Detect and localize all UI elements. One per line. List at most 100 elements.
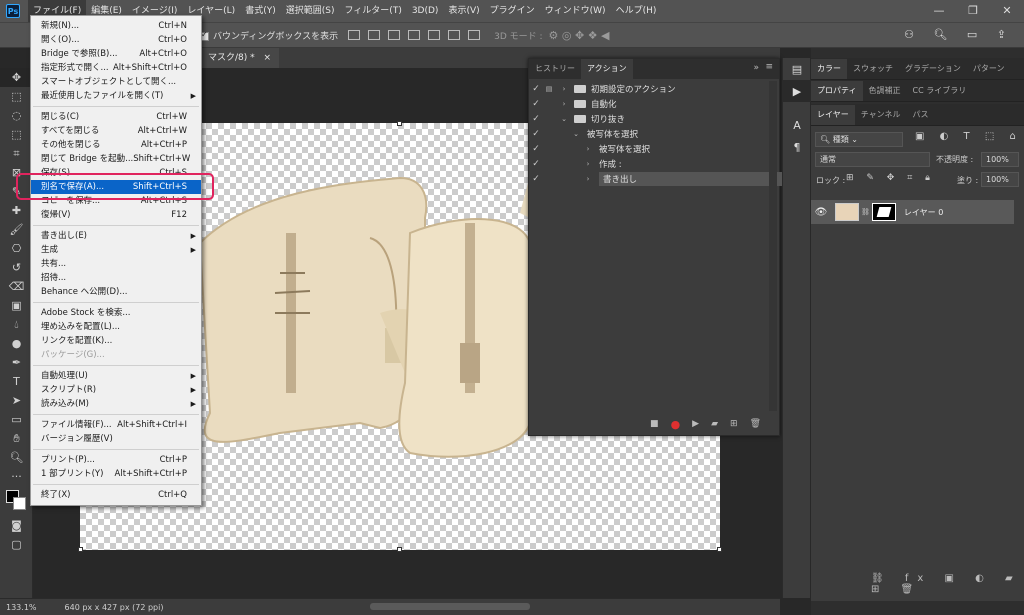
tab-paths[interactable]: パス bbox=[907, 105, 935, 125]
actions-icon[interactable]: ▶ bbox=[783, 80, 811, 102]
panel-menu-icon[interactable]: ≡ bbox=[765, 62, 773, 72]
file-menu-item[interactable]: 閉じる(C) Ctrl+W bbox=[31, 110, 201, 124]
menu-8[interactable]: 表示(V) bbox=[443, 0, 484, 22]
distribute-icon[interactable] bbox=[468, 30, 481, 40]
dialog-toggle-icon[interactable]: ▤ bbox=[543, 83, 555, 94]
minimize-button[interactable]: — bbox=[922, 0, 956, 22]
hand-tool-icon[interactable]: ✋︎ bbox=[0, 429, 33, 448]
tab-channels[interactable]: チャンネル bbox=[855, 105, 907, 125]
stamp-tool-icon[interactable]: ⎔ bbox=[0, 239, 33, 258]
history-brush-tool-icon[interactable]: ↺ bbox=[0, 258, 33, 277]
marquee-tool-icon[interactable]: ⬚ bbox=[0, 87, 33, 106]
dodge-tool-icon[interactable]: ● bbox=[0, 334, 33, 353]
expand-twisty-icon[interactable]: ⌄ bbox=[571, 130, 581, 138]
dialog-toggle-icon[interactable] bbox=[543, 173, 555, 184]
file-menu-item[interactable]: スマートオブジェクトとして開く... bbox=[31, 75, 201, 89]
menu-4[interactable]: 書式(Y) bbox=[240, 0, 281, 22]
blend-mode-select[interactable]: 通常 bbox=[815, 152, 930, 167]
file-menu-item[interactable]: 読み込み(M) ▶ bbox=[31, 397, 201, 411]
actions-scrollbar[interactable] bbox=[769, 81, 777, 411]
dialog-toggle-icon[interactable] bbox=[543, 158, 555, 169]
toggle-check-icon[interactable]: ✓ bbox=[529, 129, 543, 139]
file-menu-item[interactable]: 招待... bbox=[31, 271, 201, 285]
file-menu-item[interactable]: リンクを配置(K)... bbox=[31, 334, 201, 348]
close-window-button[interactable]: ✕ bbox=[990, 0, 1024, 22]
lock-icons[interactable]: ⊞ ✎ ✥ ⌗ 🔒︎ bbox=[846, 173, 935, 183]
dialog-toggle-icon[interactable] bbox=[543, 143, 555, 154]
file-menu-item[interactable]: すべてを閉じる Alt+Ctrl+W bbox=[31, 124, 201, 138]
file-menu-item[interactable]: 埋め込みを配置(L)... bbox=[31, 320, 201, 334]
more-tools-icon[interactable]: ··· bbox=[0, 467, 33, 486]
expand-twisty-icon[interactable]: › bbox=[583, 175, 593, 183]
tab-swatches[interactable]: スウォッチ bbox=[847, 59, 899, 79]
expand-twisty-icon[interactable]: › bbox=[559, 85, 569, 93]
align-right-icon[interactable] bbox=[388, 30, 401, 40]
background-color[interactable] bbox=[13, 497, 26, 510]
tab-cc-libraries[interactable]: CC ライブラリ bbox=[907, 81, 973, 101]
menu-11[interactable]: ヘルプ(H) bbox=[611, 0, 662, 22]
expand-twisty-icon[interactable]: › bbox=[583, 160, 593, 168]
align-top-icon[interactable] bbox=[408, 30, 421, 40]
fill-field[interactable]: 100% bbox=[981, 172, 1019, 187]
file-menu-item[interactable]: プリント(P)... Ctrl+P bbox=[31, 453, 201, 467]
zoom-level[interactable]: 133.1% bbox=[6, 603, 37, 612]
maximize-button[interactable]: ❐ bbox=[956, 0, 990, 22]
tab-actions[interactable]: アクション bbox=[581, 59, 633, 79]
file-menu-item[interactable]: 指定形式で開く... Alt+Shift+Ctrl+O bbox=[31, 61, 201, 75]
action-row[interactable]: ✓ › 被写体を選択 bbox=[529, 141, 769, 156]
layer-filter-icons[interactable]: ▣ ◐ T ⬚ ⌂ bbox=[915, 131, 1022, 142]
file-menu-item[interactable]: 復帰(V) F12 bbox=[31, 208, 201, 222]
transform-handle[interactable] bbox=[717, 547, 722, 552]
crop-tool-icon[interactable]: ⌗ bbox=[0, 144, 33, 163]
align-left-icon[interactable] bbox=[348, 30, 361, 40]
file-menu-item[interactable]: 開く(O)... Ctrl+O bbox=[31, 33, 201, 47]
zoom-tool-icon[interactable]: 🔍︎ bbox=[0, 448, 33, 467]
transform-handle[interactable] bbox=[397, 547, 402, 552]
3d-tools-icon[interactable]: ⚙ ◎ ✥ ❖ ◀ bbox=[549, 29, 610, 42]
menu-9[interactable]: プラグイン bbox=[485, 0, 540, 22]
file-menu-item[interactable]: 終了(X) Ctrl+Q bbox=[31, 488, 201, 502]
file-menu-item[interactable]: Adobe Stock を検索... bbox=[31, 306, 201, 320]
lasso-tool-icon[interactable]: ◌ bbox=[0, 106, 33, 125]
menu-5[interactable]: 選択範囲(S) bbox=[281, 0, 340, 22]
play-button[interactable]: ▶ bbox=[692, 419, 699, 429]
new-action-icon[interactable]: ⊞ bbox=[730, 419, 738, 429]
blur-tool-icon[interactable]: 💧︎ bbox=[0, 315, 33, 334]
type-tool-icon[interactable]: T bbox=[0, 372, 33, 391]
tab-color[interactable]: カラー bbox=[811, 58, 847, 79]
file-menu-item[interactable]: Bridge で参照(B)... Alt+Ctrl+O bbox=[31, 47, 201, 61]
bounding-box-option[interactable]: バウンディングボックスを表示 bbox=[200, 29, 338, 42]
collapse-icon[interactable]: » bbox=[753, 63, 759, 73]
align-center-icon[interactable] bbox=[368, 30, 381, 40]
menu-7[interactable]: 3D(D) bbox=[407, 0, 444, 22]
close-tab-icon[interactable]: × bbox=[264, 53, 272, 63]
delete-icon[interactable]: 🗑︎ bbox=[750, 419, 761, 429]
color-swatches[interactable] bbox=[0, 486, 32, 516]
search-share-icon[interactable]: ⚇ 🔍︎ ▭ ⇪ bbox=[904, 28, 1014, 41]
visibility-eye-icon[interactable]: 👁︎ bbox=[811, 207, 831, 218]
expand-twisty-icon[interactable]: › bbox=[559, 100, 569, 108]
layers-footer-icons[interactable]: ⛓︎ fx ▣ ◐ ▰ ⊞ 🗑︎ bbox=[871, 573, 1024, 595]
layer-filter-select[interactable]: 🔍︎ 種類 ⌄ bbox=[815, 132, 903, 147]
transform-handle[interactable] bbox=[397, 121, 402, 126]
brush-tool-icon[interactable]: 🖌︎ bbox=[0, 220, 33, 239]
tab-patterns[interactable]: パターン bbox=[967, 59, 1011, 79]
paragraph-icon[interactable]: ¶ bbox=[783, 136, 811, 158]
new-set-icon[interactable]: ▰ bbox=[711, 419, 718, 429]
action-row[interactable]: ✓ ▤ › 初期設定のアクション bbox=[529, 81, 769, 96]
stop-button[interactable]: ■ bbox=[650, 419, 659, 429]
toggle-check-icon[interactable]: ✓ bbox=[529, 84, 543, 94]
file-menu-item[interactable]: 最近使用したファイルを開く(T) ▶ bbox=[31, 89, 201, 103]
expand-twisty-icon[interactable]: › bbox=[583, 145, 593, 153]
tab-properties[interactable]: プロパティ bbox=[811, 80, 863, 101]
toggle-check-icon[interactable]: ✓ bbox=[529, 99, 543, 109]
character-icon[interactable]: A bbox=[783, 114, 811, 136]
file-menu-item[interactable]: 共有... bbox=[31, 257, 201, 271]
menu-10[interactable]: ウィンドウ(W) bbox=[540, 0, 611, 22]
move-tool-icon[interactable]: ✥ bbox=[0, 68, 33, 87]
file-menu-item[interactable]: Behance へ公開(D)... bbox=[31, 285, 201, 299]
record-button[interactable]: ● bbox=[671, 418, 681, 431]
file-menu-item[interactable]: 閉じて Bridge を起動... Shift+Ctrl+W bbox=[31, 152, 201, 166]
align-middle-icon[interactable] bbox=[428, 30, 441, 40]
file-menu-item[interactable]: 1 部プリント(Y) Alt+Shift+Ctrl+P bbox=[31, 467, 201, 481]
